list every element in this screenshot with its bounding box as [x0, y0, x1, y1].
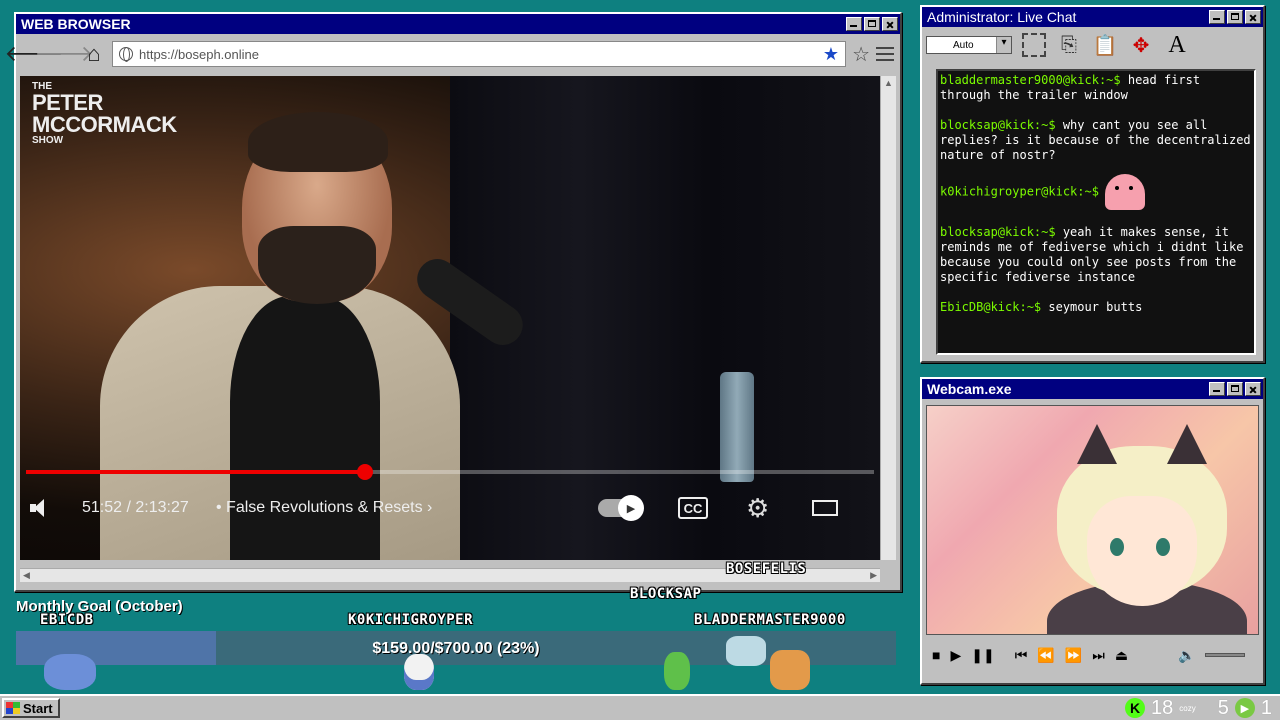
scroll-left-icon[interactable]: ◀ [23, 570, 30, 581]
browser-title: WEB BROWSER [21, 16, 131, 32]
viewer-name: BLADDERMASTER9000 [694, 612, 846, 628]
maximize-button[interactable] [864, 17, 880, 31]
cozy-label: cozy [1179, 703, 1196, 713]
kick-viewer-count: 18 [1151, 696, 1174, 719]
previous-icon[interactable]: ⏮ [1015, 647, 1028, 664]
address-bar[interactable]: https://boseph.online ★ [112, 41, 847, 67]
rumble-icon[interactable]: ▶ [1234, 698, 1255, 718]
webcam-titlebar[interactable]: Webcam.exe [922, 379, 1263, 399]
autoplay-toggle[interactable] [598, 495, 644, 521]
chat-message: blocksap@kick:~$ yeah it makes sense, it… [940, 225, 1244, 284]
progress-fill [26, 470, 366, 474]
video-player[interactable]: THE PETER MCCORMACK SHOW 51:52 / 2:13:27… [20, 76, 880, 560]
avatar [1087, 496, 1197, 606]
minimize-button[interactable] [1209, 382, 1225, 396]
emote-image [1104, 174, 1145, 210]
sprite-character [44, 654, 96, 690]
next-icon[interactable]: ⏭ [1092, 647, 1105, 664]
chat-title: Administrator: Live Chat [927, 9, 1077, 25]
move-icon[interactable]: ✥ [1128, 32, 1154, 58]
system-tray: K 18 cozy 5 ▶ 1 [1125, 696, 1272, 720]
copy-icon[interactable]: ⎘ [1056, 32, 1082, 58]
chat-message: blocksap@kick:~$ why cant you see all re… [940, 118, 1251, 162]
select-icon[interactable] [1022, 33, 1046, 57]
sprite-character [726, 636, 766, 666]
minimize-button[interactable] [1209, 10, 1225, 24]
fullscreen-icon[interactable] [812, 500, 838, 516]
volume-icon[interactable]: 🔈 [1178, 647, 1195, 664]
fast-forward-icon[interactable]: ⏩ [1065, 647, 1082, 664]
scroll-up-icon[interactable]: ▲ [884, 78, 893, 88]
pause-icon[interactable]: ❚❚ [971, 647, 994, 664]
browser-titlebar[interactable]: WEB BROWSER [16, 14, 900, 34]
chat-toolbar: Auto ⎘ 📋 ✥ A [922, 27, 1263, 63]
url-text[interactable]: https://boseph.online [139, 47, 817, 62]
eject-icon[interactable]: ⏏ [1115, 647, 1128, 664]
settings-gear-icon[interactable]: ⚙ [746, 493, 769, 524]
sprite-character [404, 654, 434, 690]
viewer-count: 1 [1260, 696, 1272, 719]
chat-message: k0kichigroyper@kick:~$ [940, 174, 1252, 210]
menu-icon[interactable] [876, 47, 894, 61]
viewer-name: BLOCKSAP [630, 586, 702, 602]
chat-window: Administrator: Live Chat Auto ⎘ 📋 ✥ A bl… [920, 5, 1265, 363]
taskbar: Start K 18 cozy 5 ▶ 1 [0, 694, 1280, 720]
play-icon[interactable]: ▶ [950, 647, 961, 664]
scroll-right-icon[interactable]: ▶ [870, 570, 877, 581]
browser-window: WEB BROWSER 🡐 🡒 ⌂ https://boseph.online … [5, 12, 902, 592]
chat-log[interactable]: bladdermaster9000@kick:~$ head first thr… [936, 69, 1256, 355]
viewer-name: K0KICHIGROYPER [348, 612, 474, 628]
chat-message: EbicDB@kick:~$ seymour butts [940, 300, 1143, 314]
font-icon[interactable]: A [1164, 32, 1190, 58]
show-logo: THE PETER MCCORMACK SHOW [32, 81, 177, 146]
paste-icon[interactable]: 📋 [1092, 32, 1118, 58]
kick-icon[interactable]: K [1125, 698, 1146, 718]
vertical-scrollbar[interactable]: ▲ [880, 76, 896, 560]
webcam-feed [926, 405, 1259, 635]
browser-navbar: 🡐 🡒 ⌂ https://boseph.online ★ ☆ [5, 34, 900, 74]
start-button[interactable]: Start [2, 698, 60, 718]
home-icon[interactable]: ⌂ [82, 41, 106, 66]
viewer-name: EBICDB [40, 612, 94, 628]
maximize-button[interactable] [1227, 10, 1243, 24]
webcam-title: Webcam.exe [927, 381, 1012, 397]
water-bottle [720, 372, 754, 482]
sprite-character [664, 652, 690, 690]
viewer-count: 5 [1217, 696, 1229, 719]
stop-icon[interactable]: ■ [932, 647, 940, 663]
volume-slider[interactable] [1205, 653, 1246, 657]
close-button[interactable] [1245, 382, 1261, 396]
chat-titlebar[interactable]: Administrator: Live Chat [922, 7, 1263, 27]
chapter-title[interactable]: • False Revolutions & Resets › [216, 499, 432, 517]
volume-icon[interactable] [28, 497, 50, 519]
windows-logo-icon [6, 702, 20, 714]
close-button[interactable] [1245, 10, 1261, 24]
favorites-star-icon[interactable]: ☆ [852, 42, 870, 67]
rewind-icon[interactable]: ⏪ [1037, 647, 1054, 664]
globe-icon [119, 47, 133, 62]
media-controls: ■ ▶ ❚❚ ⏮ ⏪ ⏩ ⏭ ⏏ 🔈 [932, 641, 1254, 669]
video-controls: 51:52 / 2:13:27 • False Revolutions & Re… [20, 486, 880, 530]
maximize-button[interactable] [1227, 382, 1243, 396]
font-size-select[interactable]: Auto [926, 36, 1012, 54]
captions-button[interactable]: CC [678, 497, 708, 519]
video-progress-bar[interactable] [26, 464, 874, 480]
webcam-window: Webcam.exe ■ ▶ ❚❚ ⏮ ⏪ ⏩ ⏭ ⏏ 🔈 [920, 377, 1265, 685]
chat-message: bladdermaster9000@kick:~$ head first thr… [940, 73, 1201, 102]
minimize-button[interactable] [846, 17, 862, 31]
close-button[interactable] [882, 17, 898, 31]
bookmark-star-icon[interactable]: ★ [823, 44, 839, 65]
viewer-name: BOSEFELIS [726, 561, 807, 577]
sprite-character [770, 650, 810, 690]
forward-arrow-icon[interactable]: 🡒 [35, 41, 94, 66]
time-display: 51:52 / 2:13:27 [82, 499, 189, 516]
